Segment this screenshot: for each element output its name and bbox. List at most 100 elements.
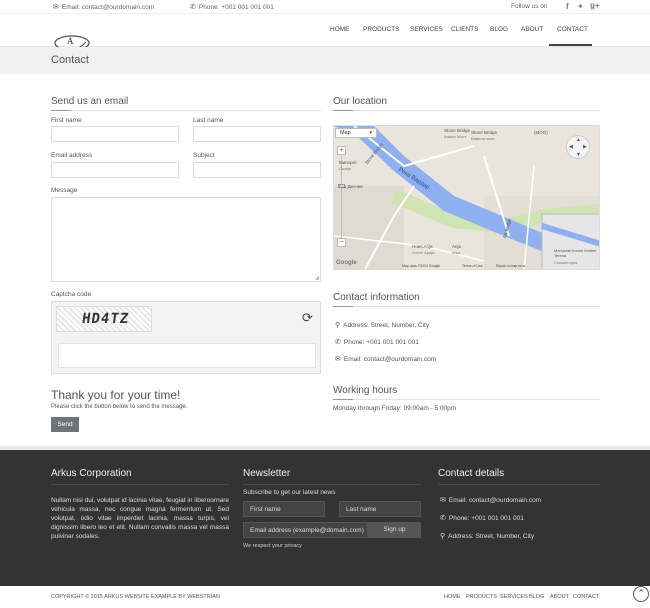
footer-divider bbox=[438, 484, 600, 485]
hours-text: Monday through Friday: 09:00am - 5:00pm bbox=[333, 405, 457, 412]
details-heading: Contact details bbox=[438, 468, 505, 479]
map-label-anja-cyr: Ања bbox=[452, 250, 461, 255]
last-name-input[interactable] bbox=[193, 126, 321, 142]
map-type-select[interactable]: Map ▾ bbox=[335, 128, 377, 138]
footer-link-contact[interactable]: CONTACT bbox=[573, 594, 599, 600]
subject-input[interactable] bbox=[193, 162, 321, 178]
map-label-mog: (MOG) bbox=[534, 130, 548, 135]
facebook-icon[interactable]: f bbox=[566, 2, 569, 11]
map-label-hotel: Hotel Arija bbox=[412, 244, 433, 249]
map-label-anja: Anja bbox=[452, 244, 462, 249]
page-header: Contact bbox=[0, 47, 650, 74]
map-label-stone2-cyr: Камени мост bbox=[471, 136, 495, 141]
envelope-icon: ✉ bbox=[335, 356, 341, 363]
nav-active-indicator bbox=[549, 44, 592, 46]
phone-icon: ✆ bbox=[440, 515, 446, 522]
chevron-down-icon: ▾ bbox=[369, 130, 372, 136]
map-label-memorial-cyr: Спомен куќа bbox=[554, 260, 578, 265]
captcha-image: HD4TZ bbox=[56, 306, 152, 332]
details-email[interactable]: ✉ Email: contact@ourdomain.com bbox=[440, 496, 541, 505]
pan-left-icon[interactable]: ◀ bbox=[569, 144, 573, 150]
newsletter-last-name[interactable]: Last name bbox=[339, 501, 421, 517]
divider-accent bbox=[333, 399, 353, 400]
top-email[interactable]: ✉ Email: contact@ourdomain.com bbox=[53, 3, 154, 11]
newsletter-email[interactable]: Email address (example@domain.com) bbox=[243, 522, 368, 538]
map-label-hotel-cyr: Хотел Арија bbox=[412, 250, 435, 255]
top-bar: ✉ Email: contact@ourdomain.com ✆ Phone: +0… bbox=[0, 0, 650, 14]
nav-home[interactable]: HOME bbox=[330, 26, 350, 33]
map-label-stone2: Stone Bridge bbox=[471, 130, 498, 135]
resize-handle-icon[interactable]: ◢ bbox=[315, 275, 319, 281]
thanks-sub: Please click the button below to send th… bbox=[51, 404, 188, 410]
google-plus-icon[interactable]: g+ bbox=[590, 1, 600, 10]
signup-button[interactable]: Sign up bbox=[368, 522, 421, 538]
map-label-stone1: Stone Bridge bbox=[444, 128, 471, 133]
divider-accent bbox=[333, 306, 353, 307]
footer-divider bbox=[243, 484, 421, 485]
zoom-in-button[interactable]: + bbox=[337, 146, 346, 155]
email-input[interactable] bbox=[51, 162, 179, 178]
pan-down-icon[interactable]: ▼ bbox=[576, 152, 581, 158]
refresh-icon[interactable]: ⟳ bbox=[302, 310, 313, 326]
phone-icon: ✆ bbox=[190, 4, 196, 11]
captcha-text: HD4TZ bbox=[80, 311, 131, 327]
nav-products[interactable]: PRODUCTS bbox=[363, 26, 399, 33]
form-heading: Send us an email bbox=[51, 96, 129, 107]
company-heading: Arkus Corporation bbox=[51, 468, 132, 479]
pan-up-icon[interactable]: ▲ bbox=[576, 137, 581, 143]
map-label-emporium: Емпорит bbox=[339, 160, 358, 165]
nav-contact[interactable]: CONTACT bbox=[557, 26, 588, 33]
captcha-label: Captcha code bbox=[51, 291, 92, 298]
send-button[interactable]: Send bbox=[51, 417, 79, 432]
copyright: COPYRIGHT © 2015 ARKUS WEBSITE EXAMPLE B… bbox=[51, 594, 220, 600]
newsletter-heading: Newsletter bbox=[243, 468, 291, 479]
first-name-label: First name bbox=[51, 117, 82, 124]
divider bbox=[51, 110, 321, 111]
footer-link-services[interactable]: SERVICES bbox=[500, 594, 528, 600]
back-to-top-icon[interactable]: ⌃ bbox=[633, 586, 649, 602]
footer-link-blog[interactable]: BLOG bbox=[529, 594, 544, 600]
top-phone: ✆ Phone: +001 001 001 001 bbox=[190, 4, 274, 11]
map-label-memorial: Memorial House Mother Teresa bbox=[554, 248, 597, 258]
newsletter-sub: Subscribe to get our latest news bbox=[243, 489, 336, 496]
map-pan-control[interactable]: ▲ ▼ ◀ ▶ bbox=[566, 135, 590, 159]
phone-icon: ✆ bbox=[335, 339, 341, 346]
divider bbox=[333, 399, 600, 400]
pan-right-icon[interactable]: ▶ bbox=[583, 144, 587, 150]
thanks-heading: Thank you for your time! bbox=[51, 388, 181, 402]
twitter-icon[interactable]: ✦ bbox=[577, 2, 584, 11]
nav-services[interactable]: SERVICES bbox=[410, 26, 443, 33]
location-map[interactable]: Map ▾ ▲ ▼ ◀ ▶ + − Stone Bridge Камен Мост… bbox=[333, 125, 600, 270]
footer-link-about[interactable]: ABOUT bbox=[550, 594, 569, 600]
captcha-box: HD4TZ ⟳ bbox=[51, 301, 321, 374]
footer-link-home[interactable]: HOME bbox=[444, 594, 461, 600]
page-title: Contact bbox=[51, 54, 89, 66]
location-heading: Our location bbox=[333, 96, 387, 107]
contact-email[interactable]: ✉ Email: contact@ourdomain.com bbox=[335, 355, 436, 363]
report-link[interactable]: Report a map error bbox=[496, 264, 526, 268]
logo-letter: A bbox=[67, 36, 74, 46]
nav-about[interactable]: ABOUT bbox=[521, 26, 543, 33]
divider bbox=[333, 306, 600, 307]
divider-accent bbox=[333, 110, 353, 111]
zoom-out-button[interactable]: − bbox=[337, 238, 346, 247]
details-phone: ✆ Phone: +001 001 001 001 bbox=[440, 515, 524, 522]
details-address: ⚲ Address: Street, Number, City bbox=[440, 533, 535, 540]
terms-link[interactable]: Terms of Use bbox=[462, 264, 483, 268]
nav-blog[interactable]: BLOG bbox=[490, 26, 508, 33]
map-label-emporium-cyr: Скопје bbox=[339, 166, 352, 171]
footer-divider bbox=[51, 484, 229, 485]
captcha-input[interactable] bbox=[58, 343, 316, 368]
subject-label: Subject bbox=[193, 152, 215, 159]
follow-label: Follow us on bbox=[511, 3, 548, 10]
nav-clients[interactable]: CLIENTS bbox=[451, 26, 478, 33]
message-textarea[interactable]: ◢ bbox=[51, 197, 321, 282]
message-label: Message bbox=[51, 187, 78, 194]
envelope-icon: ✉ bbox=[53, 4, 59, 11]
footer-link-products[interactable]: PRODUCTS bbox=[466, 594, 497, 600]
last-name-label: Last name bbox=[193, 117, 224, 124]
map-marker-icon: ⚲ bbox=[335, 322, 341, 329]
first-name-input[interactable] bbox=[51, 126, 179, 142]
newsletter-first-name[interactable]: First name bbox=[243, 501, 325, 517]
footer: Arkus Corporation Nullam nisl dui, volut… bbox=[0, 446, 650, 586]
